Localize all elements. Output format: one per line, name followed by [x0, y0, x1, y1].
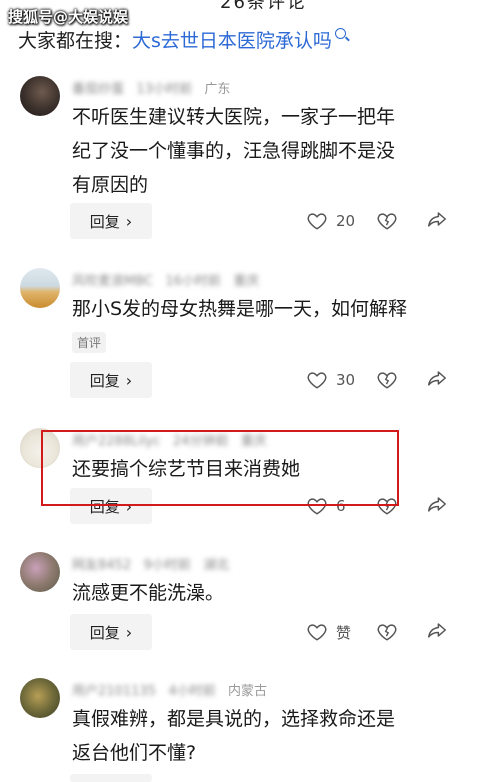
- avatar[interactable]: [20, 678, 60, 718]
- comment-meta: 用户2101135 4小时前 内蒙古: [72, 680, 267, 699]
- comment-line: 真假难辨，都是具说的，选择救命还是: [72, 708, 396, 730]
- share-icon: [428, 623, 446, 638]
- comment-line: 纪了没一个懂事的，汪急得跳脚不是没: [72, 140, 396, 162]
- comment-text: 那小S发的母女热舞是哪一天，如何解释: [72, 292, 467, 326]
- chevron-right-icon: ›: [125, 370, 133, 390]
- comment-meta: 网友8452 9小时前 湖北: [72, 554, 229, 573]
- share-icon: [428, 212, 446, 227]
- comment-location: 重庆: [233, 274, 260, 289]
- like-button[interactable]: 20: [306, 210, 376, 232]
- comment-line: 不听医生建议转大医院，一家子一把年: [72, 106, 396, 128]
- reply-label: 回复: [89, 371, 120, 390]
- chevron-right-icon: ›: [125, 211, 133, 231]
- username[interactable]: 番茄炒蛋: [72, 82, 124, 97]
- comment-text: 还要搞个综艺节目来消费她: [72, 452, 467, 486]
- reply-label: 回复: [89, 623, 120, 642]
- comment-meta: 用户2288Lilyc 24分钟前 重庆: [72, 430, 267, 449]
- comment-location: 内蒙古: [228, 684, 268, 699]
- chevron-right-icon: ›: [125, 496, 133, 516]
- like-button[interactable]: 30: [306, 369, 376, 391]
- like-count: 20: [336, 212, 356, 230]
- comment-meta: 番茄炒蛋 13小时前 广东: [72, 78, 230, 97]
- like-count: 赞: [336, 623, 352, 642]
- comment-time: 24分钟前: [172, 434, 229, 449]
- like-count: 6: [336, 497, 346, 515]
- comment-actions: 20: [306, 203, 476, 239]
- broken-heart-icon: [377, 624, 397, 641]
- like-count: 30: [336, 371, 356, 389]
- username[interactable]: 用户2288Lilyc: [72, 434, 160, 449]
- dislike-button[interactable]: [376, 621, 426, 643]
- search-label: 大家都在搜：: [18, 30, 133, 52]
- header-title: 26条评论: [220, 0, 307, 10]
- comment-line: 还要搞个综艺节目来消费她: [72, 458, 301, 480]
- like-button[interactable]: 赞: [306, 621, 376, 643]
- avatar[interactable]: [20, 428, 60, 468]
- comment-location: 湖北: [203, 558, 230, 573]
- comment-time: 4小时前: [168, 684, 216, 699]
- comment-text: 真假难辨，都是具说的，选择救命还是 返台他们不懂?: [72, 702, 467, 770]
- chevron-right-icon: ›: [125, 622, 133, 642]
- username[interactable]: 风吹麦浪MBC: [72, 274, 153, 289]
- comment-time: 16小时前: [165, 274, 221, 289]
- comment-line: 那小S发的母女热舞是哪一天，如何解释: [72, 298, 408, 320]
- search-icon: [334, 28, 346, 39]
- reply-button[interactable]: 回复 ›: [70, 362, 152, 398]
- username[interactable]: 网友8452: [72, 558, 131, 573]
- share-icon: [428, 371, 446, 386]
- comment-time: 9小时前: [143, 558, 191, 573]
- search-suggestion[interactable]: 大家都在搜： 大s去世日本医院承认吗: [18, 26, 346, 53]
- heart-icon: [307, 213, 327, 230]
- reply-button[interactable]: 回复 ›: [70, 488, 152, 524]
- first-comment-tag: 首评: [72, 332, 107, 353]
- comment-line: 有原因的: [72, 174, 149, 196]
- broken-heart-icon: [377, 498, 397, 515]
- reply-button[interactable]: 回复 ›: [70, 614, 152, 650]
- comment-actions: 6: [306, 488, 476, 524]
- like-button[interactable]: 6: [306, 495, 376, 517]
- watermark: 搜狐号@大娱说娱: [8, 8, 129, 26]
- dislike-button[interactable]: [376, 495, 426, 517]
- reply-button[interactable]: 回复 ›: [70, 203, 152, 239]
- heart-icon: [307, 372, 327, 389]
- dislike-button[interactable]: [376, 369, 426, 391]
- dislike-button[interactable]: [376, 210, 426, 232]
- share-button[interactable]: [426, 208, 448, 234]
- avatar[interactable]: [20, 552, 60, 592]
- reply-button[interactable]: [70, 774, 152, 782]
- comment-meta: 风吹麦浪MBC 16小时前 重庆: [72, 270, 259, 289]
- reply-label: 回复: [89, 497, 120, 516]
- avatar[interactable]: [20, 268, 60, 308]
- broken-heart-icon: [377, 372, 397, 389]
- comment-location: 广东: [204, 82, 231, 97]
- heart-icon: [307, 498, 327, 515]
- search-topic-link[interactable]: 大s去世日本医院承认吗: [132, 26, 332, 53]
- comment-actions: 赞: [306, 614, 476, 650]
- comment-line: 返台他们不懂?: [72, 742, 197, 764]
- comment-location: 重庆: [240, 434, 267, 449]
- share-icon: [428, 497, 446, 512]
- comment-text: 不听医生建议转大医院，一家子一把年 纪了没一个懂事的，汪急得跳脚不是没 有原因的: [72, 100, 467, 202]
- comment-time: 13小时前: [136, 82, 192, 97]
- heart-icon: [307, 624, 327, 641]
- username[interactable]: 用户2101135: [72, 684, 156, 699]
- comment-actions: 30: [306, 362, 476, 398]
- share-button[interactable]: [426, 367, 448, 393]
- avatar[interactable]: [20, 76, 60, 116]
- share-button[interactable]: [426, 493, 448, 519]
- share-button[interactable]: [426, 619, 448, 645]
- comment-text: 流感更不能洗澡。: [72, 576, 467, 610]
- reply-label: 回复: [89, 212, 120, 231]
- comment-line: 流感更不能洗澡。: [72, 582, 225, 604]
- broken-heart-icon: [377, 213, 397, 230]
